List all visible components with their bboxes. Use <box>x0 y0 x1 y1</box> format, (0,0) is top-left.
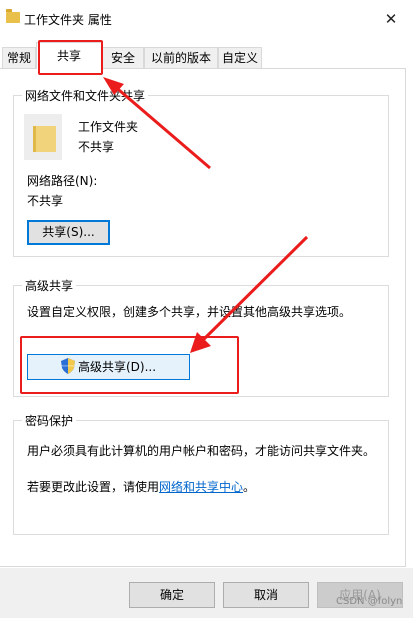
annotation-arrows <box>103 77 309 353</box>
ok-button[interactable]: 确定 <box>129 582 215 608</box>
arrow-to-advanced-button <box>197 235 309 346</box>
cancel-button[interactable]: 取消 <box>223 582 309 608</box>
watermark: CSDN @folyn <box>336 596 403 607</box>
arrow-to-sharing-tab <box>111 82 211 170</box>
